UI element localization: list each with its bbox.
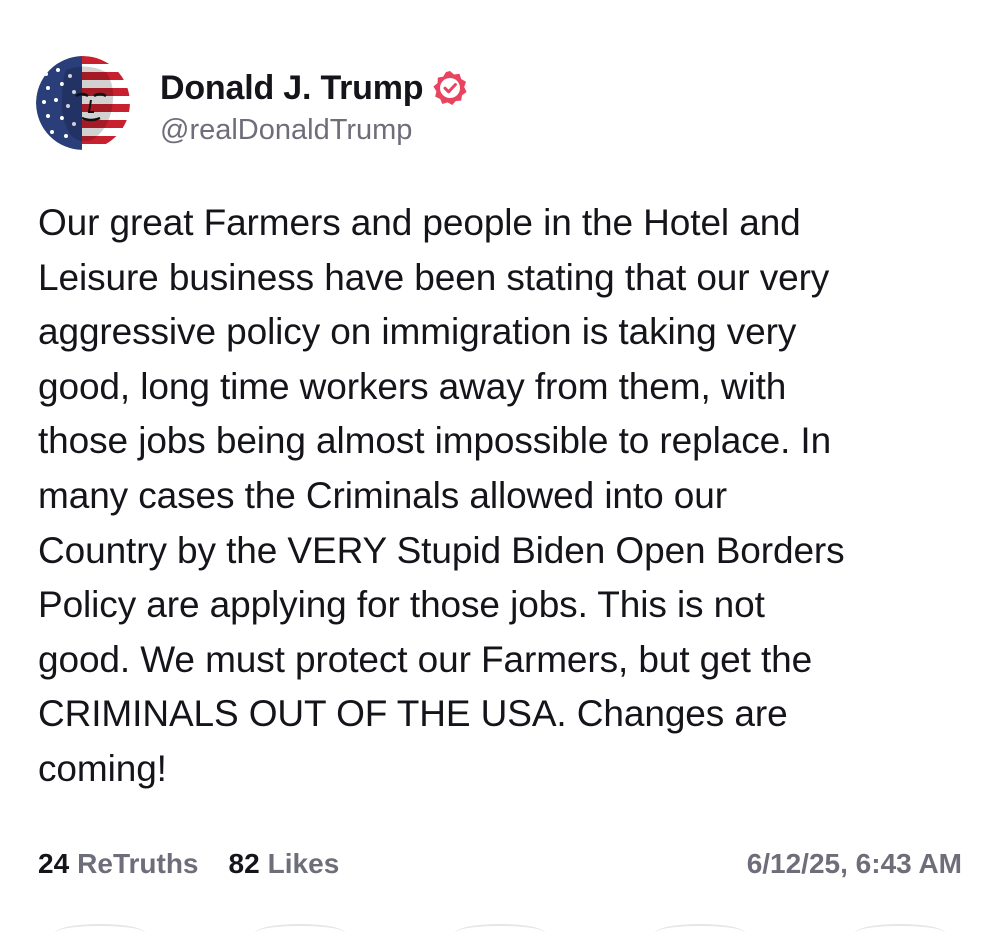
author-display-name[interactable]: Donald J. Trump <box>160 69 424 108</box>
action-bar <box>0 924 1000 933</box>
post-body-text: Our great Farmers and people in the Hote… <box>38 202 845 789</box>
author-identity: Donald J. Trump @realDonaldTrump <box>160 66 469 147</box>
like-button[interactable] <box>455 924 545 942</box>
post-stats-row: 24 ReTruths 82 Likes 6/12/25, 6:43 AM <box>38 844 962 884</box>
avatar[interactable] <box>36 56 130 150</box>
flag-portrait-avatar-icon <box>36 56 130 150</box>
bookmark-button[interactable] <box>655 924 745 942</box>
engagement-stats: 24 ReTruths 82 Likes <box>38 848 339 880</box>
post-timestamp[interactable]: 6/12/25, 6:43 AM <box>747 848 962 880</box>
retruths-count: 24 <box>38 848 70 879</box>
likes-label: Likes <box>267 848 340 879</box>
verified-badge-icon <box>431 69 469 107</box>
likes-count: 82 <box>228 848 260 879</box>
likes-stat[interactable]: 82 Likes <box>229 848 340 880</box>
author-name-row: Donald J. Trump <box>160 66 469 110</box>
post-header: Donald J. Trump @realDonaldTrump <box>36 56 469 150</box>
share-button[interactable] <box>855 924 945 942</box>
post-card: Donald J. Trump @realDonaldTrump Our gre… <box>0 0 1000 933</box>
reply-button[interactable] <box>55 924 145 942</box>
author-handle[interactable]: @realDonaldTrump <box>160 114 469 147</box>
retruths-label: ReTruths <box>77 848 199 879</box>
retruths-stat[interactable]: 24 ReTruths <box>38 848 199 880</box>
retruth-button[interactable] <box>255 924 345 942</box>
